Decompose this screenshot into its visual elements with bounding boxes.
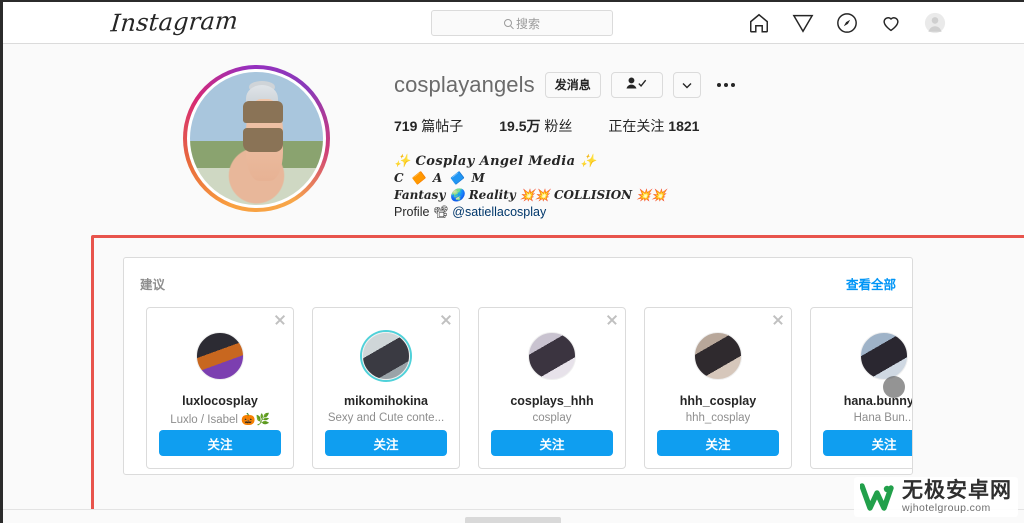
instagram-profile-page: Instagram 搜索 cosplayangels 发消息 719 篇帖子 1… (0, 0, 1024, 523)
person-check-icon (625, 76, 649, 95)
watermark-url: wjhotelgroup.com (902, 502, 991, 514)
suggestion-card-list: luxlocosplay Luxlo / Isabel 🎃🌿 关注 mikomi… (124, 293, 912, 469)
see-all-link[interactable]: 查看全部 (846, 274, 896, 293)
avatar[interactable] (860, 332, 908, 380)
message-button[interactable]: 发消息 (544, 72, 601, 98)
follow-button[interactable]: 关注 (491, 430, 613, 456)
paper-plane-icon[interactable] (792, 12, 814, 34)
suggestion-subtitle: Luxlo / Isabel 🎃🌿 (170, 414, 270, 426)
followers-count: 19.5万 (499, 118, 541, 134)
suggestion-subtitle: cosplay (532, 412, 572, 424)
more-options-button[interactable] (716, 83, 735, 87)
following-label: 正在关注 (608, 118, 665, 134)
profile-header: cosplayangels 发消息 719 篇帖子 19.5万 粉丝 正在关注 … (3, 50, 1024, 240)
dot (716, 83, 721, 87)
bottom-tab-indicator (465, 517, 561, 523)
dot (723, 83, 728, 87)
suggestion-username[interactable]: luxlocosplay (182, 394, 258, 408)
suggestions-header: 建议 查看全部 (124, 258, 912, 293)
suggestion-username[interactable]: mikomihokina (344, 394, 428, 408)
close-icon[interactable] (440, 314, 452, 326)
home-icon[interactable] (748, 12, 770, 34)
suggestion-subtitle: hhh_cosplay (685, 412, 751, 424)
suggestion-subtitle: Sexy and Cute conte... (327, 412, 445, 424)
follow-button[interactable]: 关注 (657, 430, 779, 456)
follow-button[interactable]: 关注 (325, 430, 447, 456)
suggestion-username[interactable]: hhh_cosplay (680, 394, 756, 408)
follow-button[interactable]: 关注 (823, 430, 912, 456)
avatar-photo-detail (243, 101, 284, 123)
bio-mention-link[interactable]: @satiellacosplay (452, 205, 546, 219)
avatar[interactable] (694, 332, 742, 380)
suggestion-card[interactable]: hhh_cosplay hhh_cosplay 关注 (644, 307, 792, 469)
watermark-logo-icon (859, 482, 894, 512)
suggestion-subtitle: Hana Bun... (853, 412, 912, 424)
following-status-button[interactable] (610, 72, 663, 98)
suggestion-card[interactable]: cosplays_hhh cosplay 关注 (478, 307, 626, 469)
watermark-brand: 无极安卓网 (902, 479, 1012, 502)
profile-info: cosplayangels 发消息 719 篇帖子 19.5万 粉丝 正在关注 … (394, 72, 1004, 221)
profile-stats: 719 篇帖子 19.5万 粉丝 正在关注 1821 (394, 116, 1004, 136)
avatar[interactable] (196, 332, 244, 380)
stat-posts: 719 篇帖子 (394, 116, 463, 136)
close-icon[interactable] (772, 314, 784, 326)
suggestions-title: 建议 (140, 278, 166, 292)
dot (730, 83, 735, 87)
stat-followers[interactable]: 19.5万 粉丝 (499, 116, 572, 136)
search-placeholder: 搜索 (515, 16, 540, 31)
followers-label: 粉丝 (544, 118, 573, 134)
avatar[interactable] (528, 332, 576, 380)
watermark-text: 无极安卓网 wjhotelgroup.com (902, 479, 1012, 515)
search-icon (503, 19, 512, 27)
watermark: 无极安卓网 wjhotelgroup.com (854, 477, 1018, 517)
suggestion-username[interactable]: cosplays_hhh (510, 394, 593, 408)
avatar (187, 69, 326, 208)
heart-icon[interactable] (880, 12, 902, 34)
avatar-icon[interactable] (924, 12, 946, 34)
instagram-logo[interactable]: Instagram (110, 7, 240, 38)
compass-icon[interactable] (836, 12, 858, 34)
options-dropdown-button[interactable] (672, 72, 701, 98)
posts-label: 篇帖子 (421, 118, 464, 134)
following-count: 1821 (668, 118, 700, 134)
chevron-down-icon (682, 76, 692, 94)
avatar[interactable] (362, 332, 410, 380)
profile-avatar-story-ring[interactable] (183, 65, 330, 212)
suggestion-username[interactable]: hana.bunny_l (844, 394, 912, 408)
bio-line-1: ✨ Cosplay Angel Media ✨ (394, 154, 597, 169)
username-row: cosplayangels 发消息 (394, 72, 1004, 98)
search-input[interactable]: 搜索 (431, 10, 613, 36)
close-icon[interactable] (274, 314, 286, 326)
profile-bio: ✨ Cosplay Angel Media ✨ C 🔶 A 🔷 M Fantas… (394, 153, 1004, 221)
nav-icon-group (748, 2, 946, 44)
page-title: cosplayangels (394, 72, 535, 97)
stat-following[interactable]: 正在关注 1821 (608, 116, 699, 136)
suggestions-panel: 建议 查看全部 luxlocosplay Luxlo / Isabel 🎃🌿 关… (123, 257, 913, 475)
suggestion-card[interactable]: mikomihokina Sexy and Cute conte... 关注 (312, 307, 460, 469)
bio-line-2: C 🔶 A 🔷 M (394, 171, 487, 185)
mouse-cursor (883, 376, 905, 398)
top-navigation-bar: Instagram 搜索 (3, 2, 1024, 44)
follow-button[interactable]: 关注 (159, 430, 281, 456)
posts-count: 719 (394, 118, 418, 134)
close-icon[interactable] (606, 314, 618, 326)
bio-line-3: Fantasy 🌏 Reality 💥💥 COLLISION 💥💥 (394, 188, 667, 202)
bio-profile-prefix: Profile 📽 (394, 205, 453, 219)
bio-line-4: Profile 📽 @satiellacosplay (394, 204, 1004, 221)
avatar-photo-detail (243, 127, 284, 152)
suggestion-card[interactable]: luxlocosplay Luxlo / Isabel 🎃🌿 关注 (146, 307, 294, 469)
